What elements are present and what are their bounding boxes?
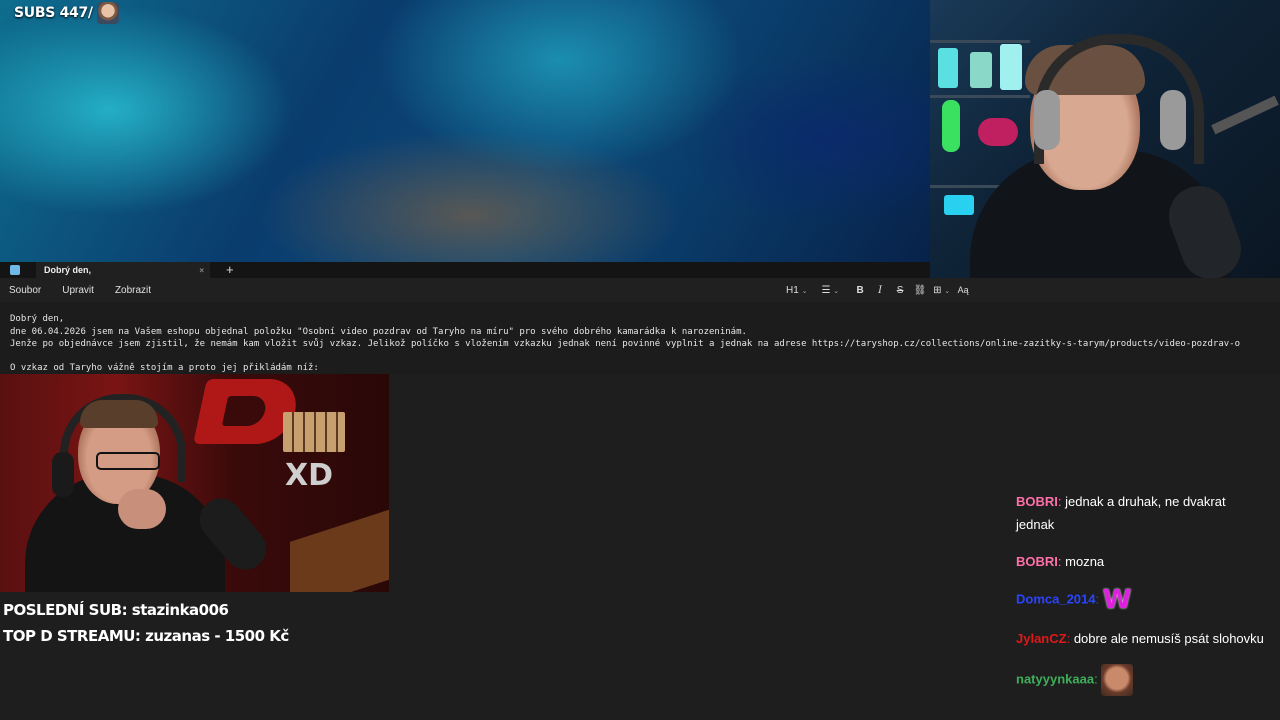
mic-arm — [1211, 95, 1279, 135]
bold-button[interactable]: B — [853, 285, 867, 296]
italic-button[interactable]: I — [873, 285, 887, 296]
desktop-wallpaper — [0, 0, 930, 262]
chat-username: natyyynkaaa — [1016, 671, 1095, 687]
shelf-item — [938, 48, 958, 88]
shelf-item — [978, 118, 1018, 146]
tab-document[interactable]: Dobrý den, × — [36, 262, 210, 278]
editor-tabbar: Dobrý den, × + — [0, 262, 930, 278]
last-sub-label: POSLEDNÍ SUB: stazinka006 — [3, 601, 229, 619]
xd-sign: XD — [285, 458, 334, 493]
chevron-down-icon: ⌄ — [833, 287, 840, 295]
w-emote-icon: W — [1102, 585, 1132, 615]
shelf-item — [970, 52, 992, 88]
hand — [118, 489, 166, 529]
chat-message: BOBRI: mozna — [1016, 554, 1105, 569]
chat-message: Domca_2014: W — [1016, 585, 1132, 615]
shelf-item — [1000, 44, 1022, 90]
format-toolbar: H1 ⌄ ☰ ⌄ B I S ⛓ ⊞ ⌄ Aą — [786, 278, 970, 302]
doc-line: O vzkaz od Taryho vážně stojím a proto j… — [10, 363, 319, 373]
spellcheck-icon[interactable]: Aą — [956, 285, 970, 295]
webcam-bottom-left: XD — [0, 374, 389, 592]
close-tab-icon[interactable]: × — [199, 266, 204, 275]
shelf-item — [942, 100, 960, 152]
subs-avatar-icon — [96, 2, 119, 24]
face-emote-icon — [1101, 664, 1134, 696]
tab-title: Dobrý den, — [44, 265, 92, 275]
headphone-cup — [1034, 90, 1060, 150]
editor-menubar: Soubor Upravit Zobrazit H1 ⌄ ☰ ⌄ B I S ⛓… — [0, 278, 1280, 302]
chat-text: mozna — [1065, 554, 1105, 569]
chat-message: JylanCZ: dobre ale nemusíš psát slohovku — [1016, 631, 1264, 646]
menu-edit[interactable]: Upravit — [62, 285, 94, 296]
table-icon: ⊞ — [933, 284, 942, 296]
document-editor[interactable]: Dobrý den, dne 06.04.2026 jsem na Vašem … — [0, 302, 1280, 374]
headphone-cup — [1160, 90, 1186, 150]
subs-label: SUBS 447/ — [14, 5, 93, 21]
chat-message: natyyynkaaa: — [1016, 664, 1266, 696]
chat-username: JylanCZ — [1016, 631, 1067, 646]
chat-username: Domca_2014 — [1016, 591, 1096, 607]
headphone-cup — [52, 452, 74, 497]
table-dropdown[interactable]: ⊞ ⌄ — [933, 285, 950, 296]
list-icon: ☰ — [821, 284, 831, 296]
glasses — [96, 452, 160, 470]
chevron-down-icon: ⌄ — [944, 287, 951, 295]
link-icon[interactable]: ⛓ — [913, 285, 927, 296]
menu-file[interactable]: Soubor — [9, 285, 41, 296]
heading-dropdown[interactable]: H1 ⌄ — [786, 285, 807, 296]
chat-overlay: BOBRI: jednak a druhak, ne dvakrat jedna… — [1016, 490, 1266, 710]
doc-line: Jenže po objednávce jsem zjistil, že nem… — [10, 339, 1240, 349]
chat-username: BOBRI — [1016, 494, 1058, 509]
list-dropdown[interactable]: ☰ ⌄ — [821, 285, 839, 296]
bottles-shelf — [283, 412, 345, 452]
strikethrough-button[interactable]: S — [893, 285, 907, 296]
chevron-down-icon: ⌄ — [801, 287, 808, 295]
shelf — [930, 40, 1030, 43]
shelf — [930, 95, 1030, 98]
new-tab-button[interactable]: + — [226, 262, 234, 278]
notepad-app-icon — [10, 265, 20, 275]
top-donation-label: TOP D STREAMU: zuzanas - 1500 Kč — [3, 627, 289, 645]
doc-line: Dobrý den, — [10, 314, 65, 324]
doc-line: dne 06.04.2026 jsem na Vašem eshopu obje… — [10, 327, 747, 337]
menu-view[interactable]: Zobrazit — [115, 285, 151, 296]
webcam-top-right — [930, 0, 1280, 278]
shelf-item — [944, 195, 974, 215]
chat-message: BOBRI: jednak a druhak, ne dvakrat jedna… — [1016, 494, 1226, 532]
streamer2-hair — [80, 400, 158, 428]
desk — [290, 506, 389, 592]
chat-username: BOBRI — [1016, 554, 1058, 569]
chat-text: dobre ale nemusíš psát slohovku — [1073, 631, 1264, 646]
subs-counter: SUBS 447/ — [14, 2, 119, 24]
